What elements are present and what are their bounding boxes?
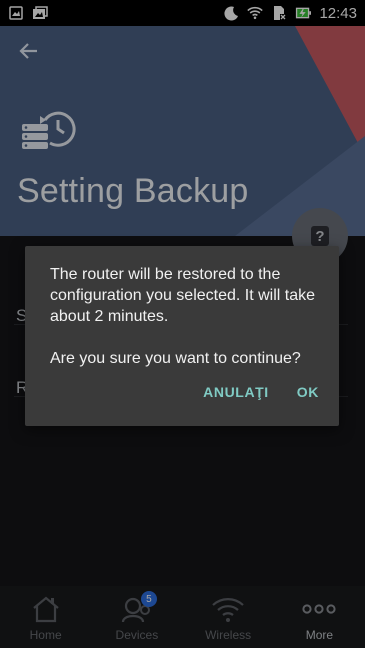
dialog-message: The router will be restored to the confi… [50,264,325,369]
ok-button[interactable]: OK [297,384,319,400]
dialog-actions: ANULAŢI OK [203,384,319,400]
dialog-message-restore: The router will be restored to the confi… [50,266,316,325]
cancel-button[interactable]: ANULAŢI [203,384,269,400]
confirm-restore-dialog: The router will be restored to the confi… [25,246,339,426]
dialog-message-confirm: Are you sure you want to continue? [50,350,301,367]
